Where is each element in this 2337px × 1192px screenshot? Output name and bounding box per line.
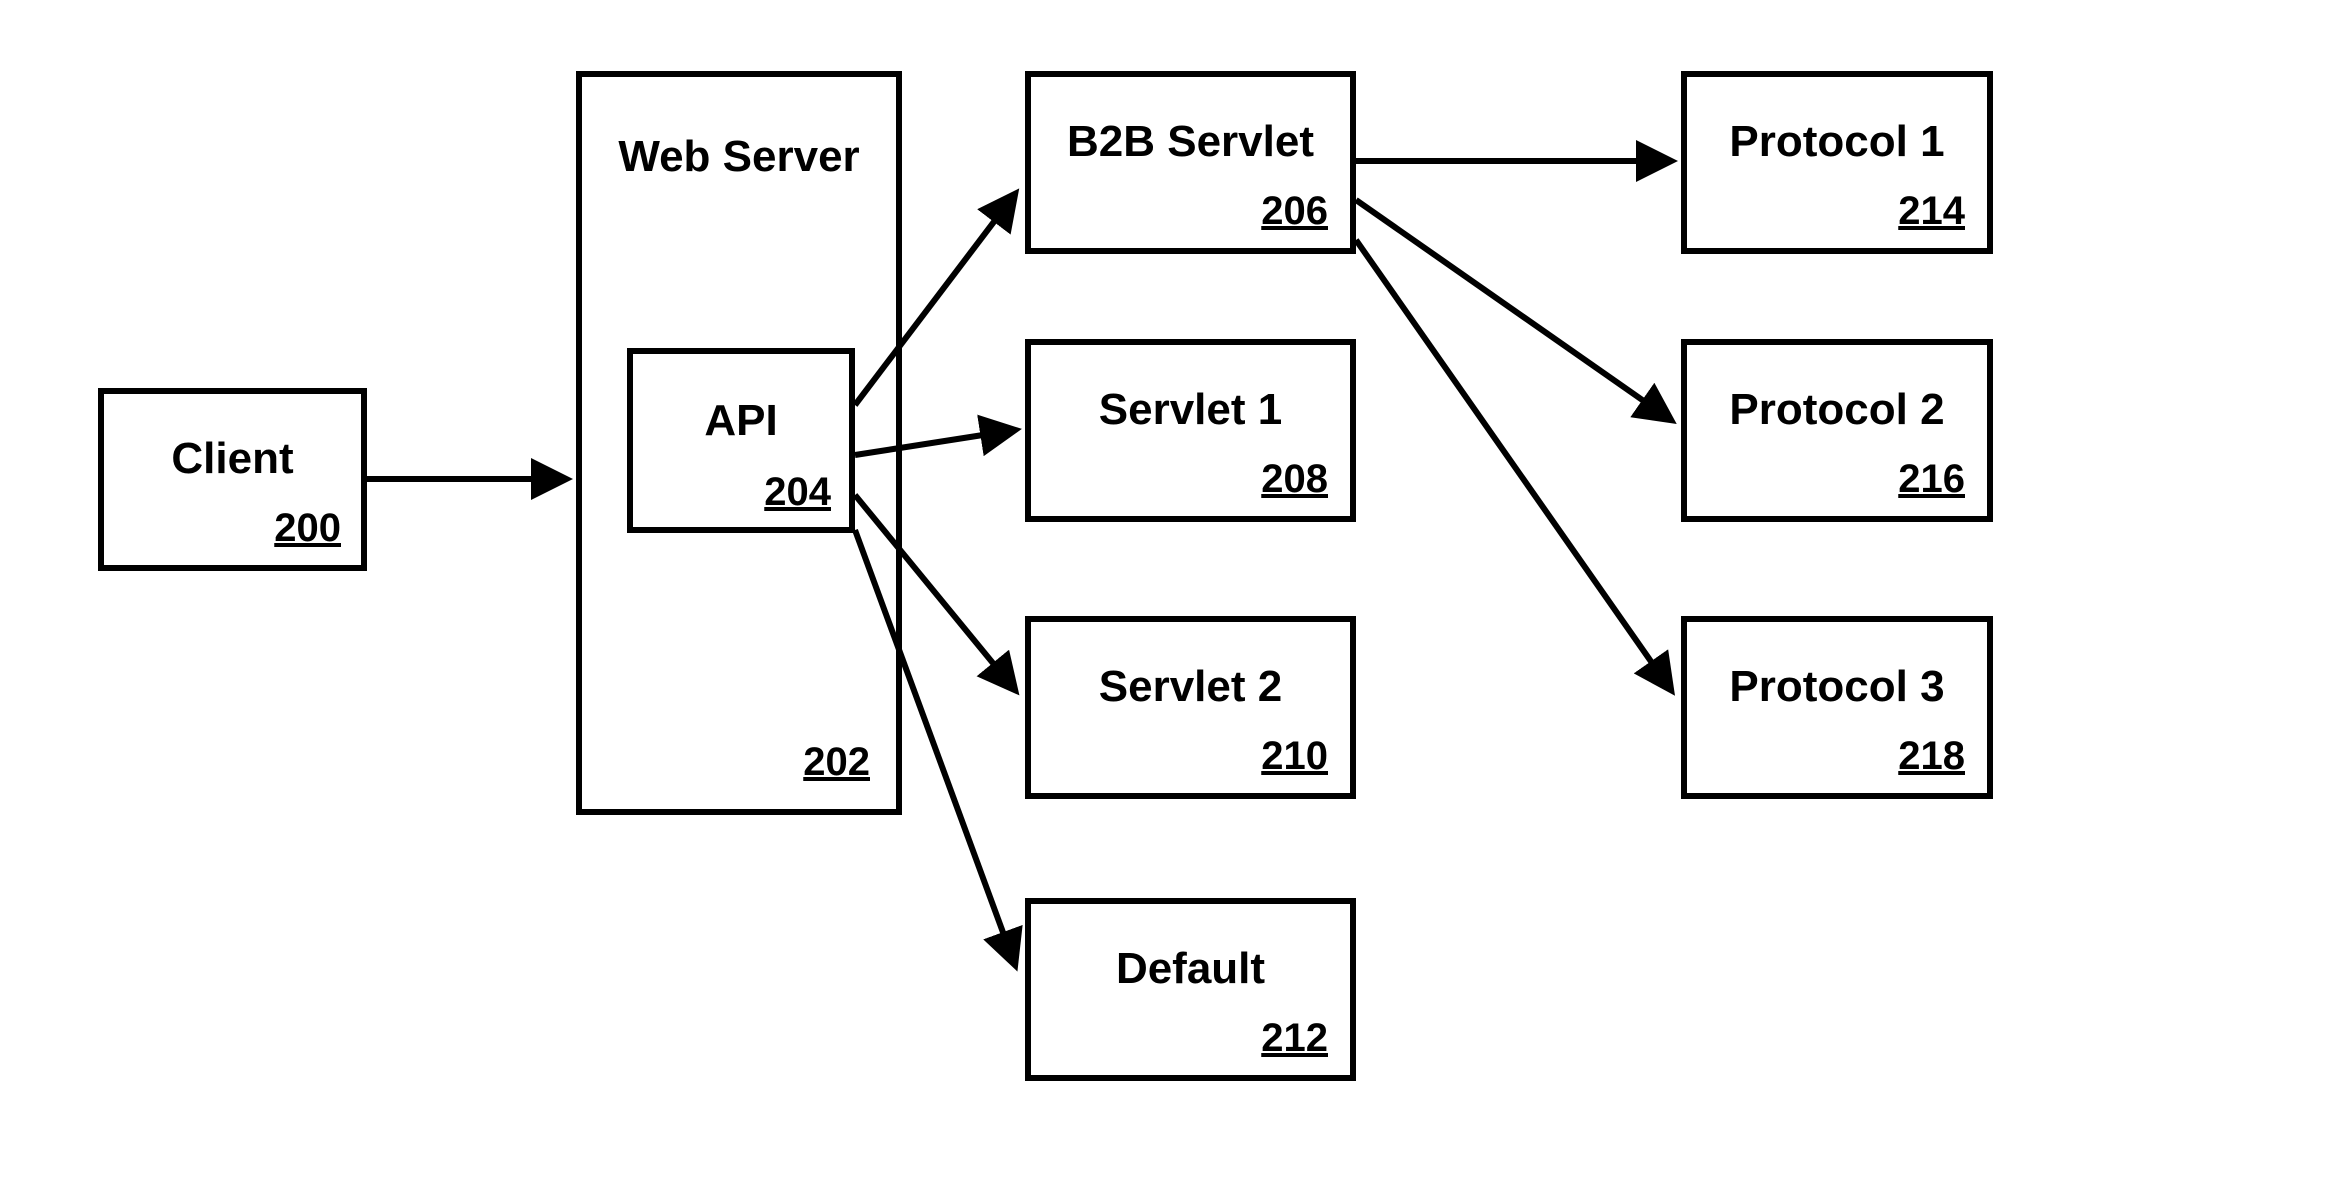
- client-ref: 200: [274, 506, 341, 551]
- webserver-ref: 202: [803, 740, 870, 785]
- protocol3-label: Protocol 3: [1729, 662, 1944, 712]
- arrow-b2b-to-protocol3: [1356, 240, 1671, 690]
- client-label: Client: [171, 434, 293, 484]
- api-label: API: [704, 396, 777, 446]
- servlet2-ref: 210: [1261, 734, 1328, 779]
- client-box: Client 200: [98, 388, 367, 571]
- servlet2-label: Servlet 2: [1099, 662, 1282, 712]
- protocol2-box: Protocol 2 216: [1681, 339, 1993, 522]
- b2b-servlet-label: B2B Servlet: [1067, 117, 1314, 167]
- default-label: Default: [1116, 944, 1265, 994]
- api-box: API 204: [627, 348, 855, 533]
- default-ref: 212: [1261, 1016, 1328, 1061]
- protocol3-ref: 218: [1898, 734, 1965, 779]
- b2b-servlet-ref: 206: [1261, 189, 1328, 234]
- b2b-servlet-box: B2B Servlet 206: [1025, 71, 1356, 254]
- servlet2-box: Servlet 2 210: [1025, 616, 1356, 799]
- servlet1-box: Servlet 1 208: [1025, 339, 1356, 522]
- default-box: Default 212: [1025, 898, 1356, 1081]
- servlet1-label: Servlet 1: [1099, 385, 1282, 435]
- protocol3-box: Protocol 3 218: [1681, 616, 1993, 799]
- protocol1-ref: 214: [1898, 189, 1965, 234]
- webserver-label: Web Server: [618, 132, 859, 182]
- protocol2-ref: 216: [1898, 457, 1965, 502]
- diagram-canvas: Client 200 Web Server 202 API 204 B2B Se…: [0, 0, 2337, 1192]
- api-ref: 204: [764, 470, 831, 515]
- servlet1-ref: 208: [1261, 457, 1328, 502]
- protocol1-box: Protocol 1 214: [1681, 71, 1993, 254]
- protocol1-label: Protocol 1: [1729, 117, 1944, 167]
- protocol2-label: Protocol 2: [1729, 385, 1944, 435]
- arrow-b2b-to-protocol2: [1356, 200, 1671, 420]
